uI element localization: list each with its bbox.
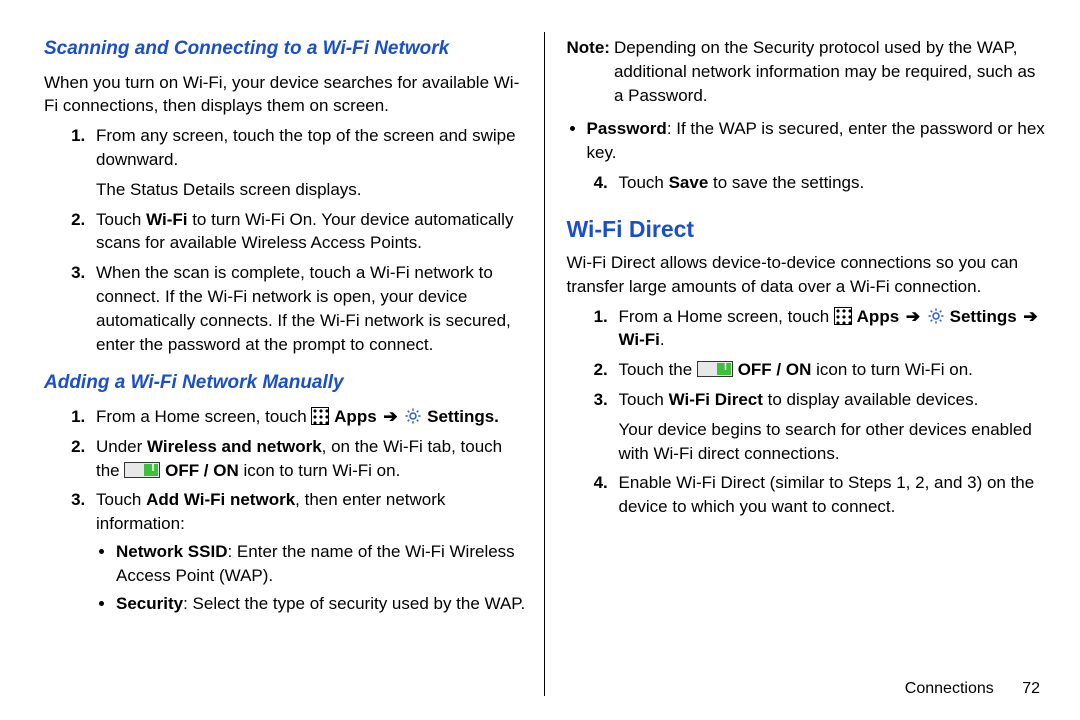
bullet-password: Password: If the WAP is secured, enter t…	[587, 117, 1049, 165]
wifi-label: Wi-Fi	[619, 330, 660, 349]
step-text: Touch	[619, 390, 669, 409]
arrow-icon: ➔	[1023, 307, 1037, 326]
step-text: to save the settings.	[708, 173, 864, 192]
arrow-icon: ➔	[383, 407, 397, 426]
wifi-direct-label: Wi-Fi Direct	[669, 390, 763, 409]
subheading-add-manual: Adding a Wi-Fi Network Manually	[44, 370, 526, 397]
scan-step-2: Touch Wi-Fi to turn Wi-Fi On. Your devic…	[90, 208, 526, 256]
bullet-security: Security: Select the type of security us…	[116, 592, 526, 616]
step-text: Touch the	[619, 360, 697, 379]
wifi-label: Wi-Fi	[146, 210, 187, 229]
settings-label: Settings.	[427, 407, 499, 426]
apps-grid-icon	[834, 307, 852, 325]
off-on-label: OFF / ON	[738, 360, 812, 379]
password-label: Password	[587, 119, 667, 138]
step-text: From a Home screen, touch	[96, 407, 311, 426]
note-label: Note:	[567, 36, 610, 107]
left-column: Scanning and Connecting to a Wi-Fi Netwo…	[44, 32, 544, 696]
step-text: Touch	[96, 210, 146, 229]
direct-step-3: Touch Wi-Fi Direct to display available …	[613, 388, 1049, 465]
footer-page-number: 72	[1022, 680, 1040, 697]
gear-icon	[927, 307, 945, 325]
period: .	[660, 330, 665, 349]
right-column: Note: Depending on the Security protocol…	[544, 32, 1049, 696]
page-footer: Connections 72	[905, 678, 1040, 700]
direct-step-3-result: Your device begins to search for other d…	[619, 418, 1049, 466]
arrow-icon: ➔	[906, 307, 920, 326]
apps-label: Apps	[857, 307, 900, 326]
direct-step-4: Enable Wi-Fi Direct (similar to Steps 1,…	[613, 471, 1049, 519]
note-block: Note: Depending on the Security protocol…	[567, 36, 1049, 107]
section-title-wifi-direct: Wi-Fi Direct	[567, 213, 1049, 245]
step-text: icon to turn Wi-Fi on.	[811, 360, 973, 379]
step-text: When the scan is complete, touch a Wi-Fi…	[96, 263, 511, 353]
scan-step-3: When the scan is complete, touch a Wi-Fi…	[90, 261, 526, 356]
add-wifi-label: Add Wi-Fi network	[146, 490, 295, 509]
intro-paragraph: When you turn on Wi-Fi, your device sear…	[44, 71, 526, 119]
step-text: From a Home screen, touch	[619, 307, 834, 326]
step-text: Under	[96, 437, 147, 456]
wireless-network-label: Wireless and network	[147, 437, 322, 456]
manual-page: Scanning and Connecting to a Wi-Fi Netwo…	[0, 0, 1080, 720]
save-step-list: Touch Save to save the settings.	[567, 171, 1049, 195]
footer-section: Connections	[905, 680, 994, 697]
gear-icon	[404, 407, 422, 425]
step-1-result: The Status Details screen displays.	[96, 178, 526, 202]
security-label: Security	[116, 594, 183, 613]
manual-step-1: From a Home screen, touch Apps ➔ Setting…	[90, 405, 526, 429]
step-text: icon to turn Wi-Fi on.	[239, 461, 401, 480]
direct-step-2: Touch the OFF / ON icon to turn Wi-Fi on…	[613, 358, 1049, 382]
scan-steps: From any screen, touch the top of the sc…	[44, 124, 526, 356]
security-desc: : Select the type of security used by th…	[183, 594, 525, 613]
step-text: to display available devices.	[763, 390, 978, 409]
settings-label: Settings	[950, 307, 1017, 326]
apps-grid-icon	[311, 407, 329, 425]
toggle-icon	[124, 462, 160, 478]
bullet-ssid: Network SSID: Enter the name of the Wi-F…	[116, 540, 526, 588]
manual-step-2: Under Wireless and network, on the Wi-Fi…	[90, 435, 526, 483]
save-label: Save	[669, 173, 709, 192]
scan-step-1: From any screen, touch the top of the sc…	[90, 124, 526, 201]
step-text: Enable Wi-Fi Direct (similar to Steps 1,…	[619, 473, 1035, 516]
wifi-direct-intro: Wi-Fi Direct allows device-to-device con…	[567, 251, 1049, 299]
ssid-label: Network SSID	[116, 542, 227, 561]
wifi-direct-steps: From a Home screen, touch Apps ➔ Setting…	[567, 305, 1049, 519]
toggle-icon	[697, 361, 733, 377]
network-info-bullets: Network SSID: Enter the name of the Wi-F…	[96, 540, 526, 615]
step-text: Touch	[619, 173, 669, 192]
direct-step-1: From a Home screen, touch Apps ➔ Setting…	[613, 305, 1049, 353]
subheading-scan-connect: Scanning and Connecting to a Wi-Fi Netwo…	[44, 36, 526, 63]
step-text: Touch	[96, 490, 146, 509]
apps-label: Apps	[334, 407, 377, 426]
manual-steps: From a Home screen, touch Apps ➔ Setting…	[44, 405, 526, 615]
step-text: From any screen, touch the top of the sc…	[96, 126, 516, 169]
note-body: Depending on the Security protocol used …	[614, 36, 1048, 107]
manual-step-3: Touch Add Wi-Fi network, then enter netw…	[90, 488, 526, 615]
password-bullet-list: Password: If the WAP is secured, enter t…	[567, 117, 1049, 165]
off-on-label: OFF / ON	[165, 461, 239, 480]
save-step: Touch Save to save the settings.	[613, 171, 1049, 195]
